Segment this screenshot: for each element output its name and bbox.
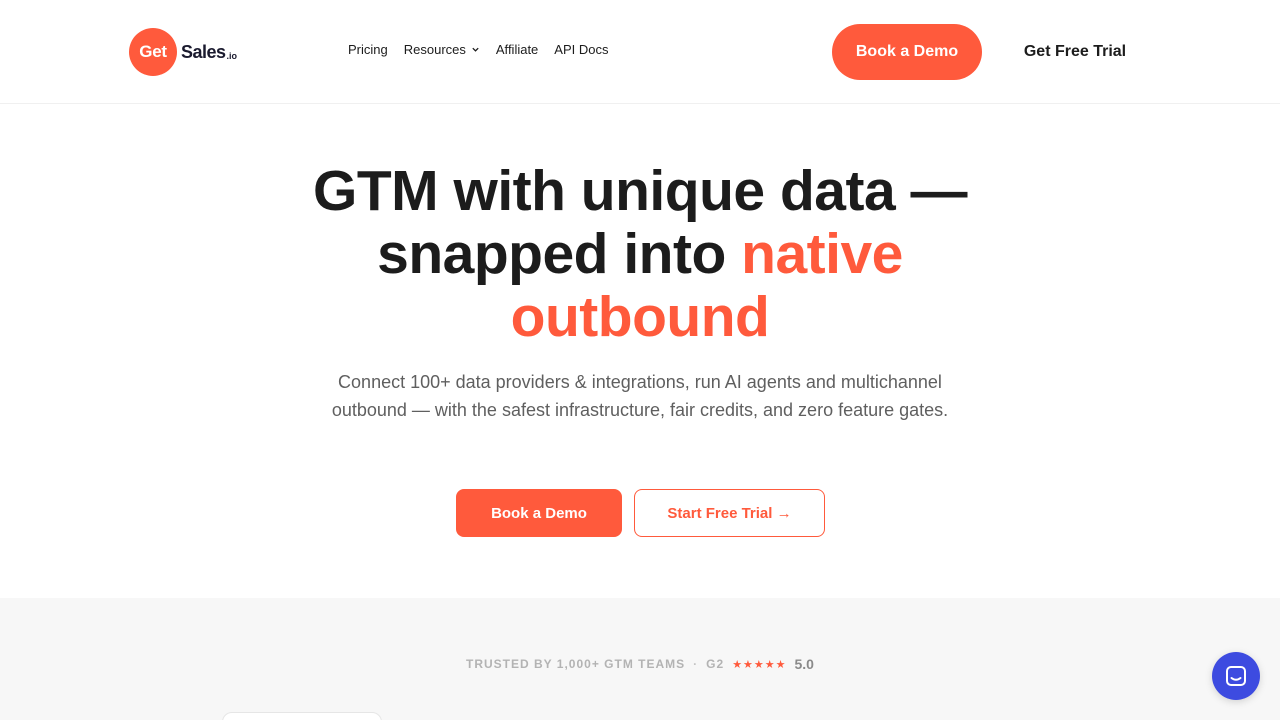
logo[interactable]: Get Sales .io bbox=[129, 28, 237, 76]
get-free-trial-link[interactable]: Get Free Trial bbox=[1010, 24, 1140, 80]
trust-text: TRUSTED BY 1,000+ GTM TEAMS bbox=[466, 657, 686, 671]
book-demo-button[interactable]: Book a Demo bbox=[832, 24, 982, 80]
nav-item-api-docs[interactable]: API Docs bbox=[554, 42, 608, 57]
nav-label: Resources bbox=[403, 42, 466, 57]
hero-book-demo-button[interactable]: Book a Demo bbox=[456, 489, 622, 537]
hero-start-trial-button[interactable]: Start Free Trial → bbox=[634, 489, 825, 537]
hero-title: GTM with unique data — snapped into nati… bbox=[200, 160, 1080, 349]
g2-label: G2 bbox=[706, 657, 725, 671]
logo-mark: Get bbox=[129, 28, 177, 76]
separator: · bbox=[693, 657, 699, 671]
site-header: Get Sales .io Pricing Resources Affiliat… bbox=[0, 0, 1280, 104]
hero-subtitle: Connect 100+ data providers & integratio… bbox=[331, 372, 949, 420]
nav-item-resources[interactable]: Resources bbox=[404, 42, 480, 57]
star-rating-icon: ★★★★★ bbox=[732, 658, 787, 671]
chevron-down-icon bbox=[472, 47, 479, 52]
logo-text: Sales bbox=[181, 41, 226, 62]
logo-suffix: .io bbox=[226, 51, 238, 61]
chat-launcher-button[interactable] bbox=[1212, 652, 1260, 700]
rating-value: 5.0 bbox=[794, 656, 814, 672]
hero-title-line1: GTM with unique data — bbox=[313, 159, 967, 223]
hero-title-accent-native: native bbox=[741, 222, 903, 286]
hero-title-line2: snapped into bbox=[377, 222, 742, 286]
nav-label: Affiliate bbox=[495, 42, 539, 57]
chat-icon bbox=[1226, 666, 1246, 686]
hero-title-accent-outbound: outbound bbox=[510, 285, 770, 349]
logo-card bbox=[222, 712, 382, 720]
nav-item-affiliate[interactable]: Affiliate bbox=[496, 42, 538, 57]
nav-label: API Docs bbox=[554, 42, 609, 57]
nav-label: Pricing bbox=[348, 42, 388, 57]
trust-row: TRUSTED BY 1,000+ GTM TEAMS · G2 ★★★★★ 5… bbox=[0, 656, 1280, 672]
nav-item-pricing[interactable]: Pricing bbox=[348, 42, 388, 57]
main-nav: Pricing Resources Affiliate API Docs bbox=[348, 42, 608, 57]
